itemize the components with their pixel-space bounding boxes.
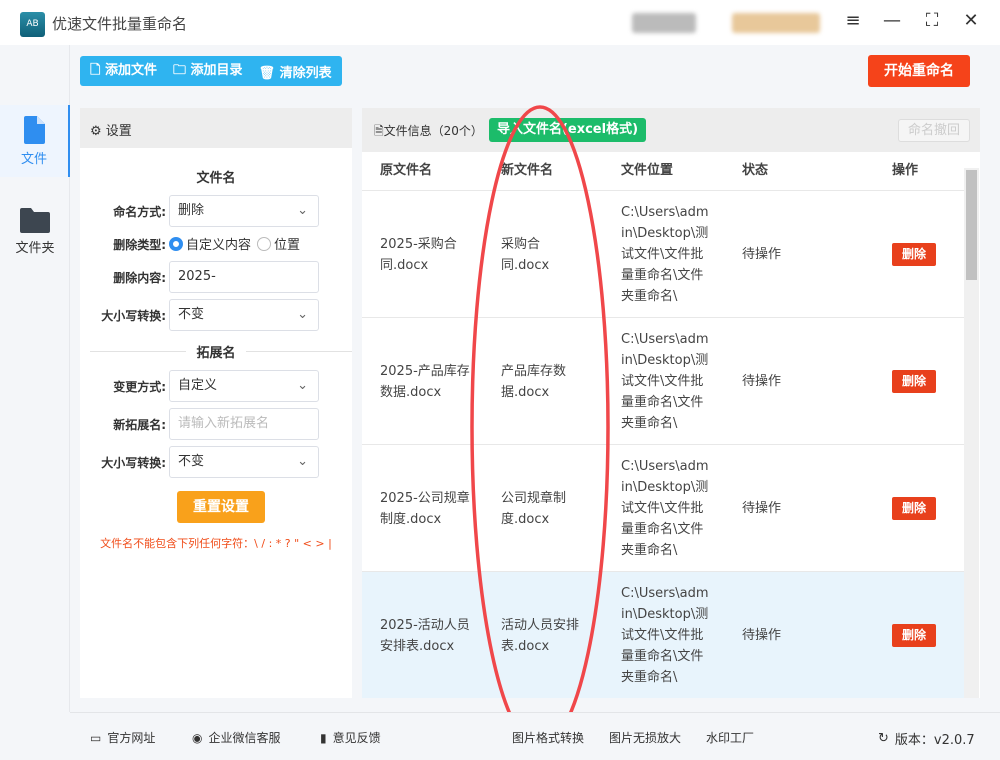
file-icon — [24, 116, 45, 144]
refresh-icon: ↻ — [878, 731, 889, 746]
toolbar: 🗋 添加文件 🗀 添加目录 🗑 清除列表 — [80, 56, 342, 86]
sidebar-item-label: 文件夹 — [15, 241, 55, 256]
label: 删除类型: — [113, 238, 166, 252]
column-header: 新文件名 — [501, 163, 554, 178]
vip-badge-blurred[interactable] — [732, 13, 820, 33]
status: 待操作 — [742, 374, 782, 389]
clear-list-button[interactable]: 🗑 清除列表 — [259, 62, 332, 81]
table-row[interactable]: 2025-活动人员安排表.docx 活动人员安排表.docx C:\Users\… — [362, 571, 964, 698]
image-upscale-link[interactable]: 图片无损放大 — [609, 729, 681, 746]
file-location: C:\Users\admin\Desktop\测试文件\文件批量重命名\文件夹重… — [621, 332, 709, 431]
folder-icon — [20, 208, 50, 233]
table-row[interactable]: 2025-产品库存数据.docx 产品库存数据.docx C:\Users\ad… — [362, 317, 964, 444]
case-select[interactable]: 不变 ⌄ — [169, 299, 319, 331]
column-header: 状态 — [742, 163, 769, 178]
invalid-chars-warning: 文件名不能包含下列任何字符：\ / : * ? " < > | — [100, 537, 332, 550]
label: 删除内容: — [113, 271, 166, 285]
status: 待操作 — [742, 628, 782, 643]
column-header: 操作 — [892, 163, 919, 178]
label: 新拓展名: — [113, 418, 166, 432]
file-icon: 🗎 — [374, 124, 384, 138]
gear-icon: ⚙ — [90, 124, 102, 139]
table-row[interactable]: 2025-公司规章制度.docx 公司规章制度.docx C:\Users\ad… — [362, 444, 964, 571]
status: 待操作 — [742, 501, 782, 516]
column-header: 原文件名 — [380, 163, 433, 178]
original-filename: 2025-公司规章制度.docx — [380, 490, 470, 527]
new-filename: 采购合同.docx — [501, 236, 550, 273]
delete-row-button[interactable]: 删除 — [892, 624, 936, 647]
status: 待操作 — [742, 247, 782, 262]
radio-position[interactable]: 位置 — [257, 234, 300, 253]
start-rename-button[interactable]: 开始重命名 — [868, 55, 970, 87]
original-filename: 2025-产品库存数据.docx — [380, 363, 470, 400]
undo-rename-button[interactable]: 命名撤回 — [898, 119, 970, 142]
feedback-icon: ▮ — [320, 730, 327, 745]
menu-icon[interactable]: ≡ — [841, 10, 865, 31]
delete-row-button[interactable]: 删除 — [892, 243, 936, 266]
add-file-button[interactable]: 🗋 添加文件 — [90, 59, 157, 83]
ext-section-title: 拓展名 — [186, 342, 246, 361]
reset-settings-button[interactable]: 重置设置 — [177, 491, 265, 523]
version-info[interactable]: ↻ 版本：v2.0.7 — [878, 729, 975, 748]
file-list-header: 🗎文件信息（20个） 导入文件名(excel格式) 命名撤回 — [362, 108, 980, 152]
watermark-link[interactable]: 水印工厂 — [706, 729, 754, 746]
close-icon[interactable]: ✕ — [959, 10, 983, 31]
settings-panel: ⚙ 设置 文件名 命名方式: 删除 ⌄ 删除类型: 自定义内容 位置 删除内容: … — [80, 108, 352, 698]
delete-row-button[interactable]: 删除 — [892, 370, 936, 393]
wechat-support-link[interactable]: ◉ 企业微信客服 — [192, 729, 281, 746]
sidebar-item-file[interactable]: 文件 — [0, 105, 70, 177]
file-list-panel: 🗎文件信息（20个） 导入文件名(excel格式) 命名撤回 原文件名 新文件名… — [362, 108, 980, 698]
wechat-icon: ◉ — [192, 730, 203, 745]
original-filename: 2025-活动人员安排表.docx — [380, 617, 470, 654]
label: 变更方式: — [113, 380, 166, 394]
new-filename: 产品库存数据.docx — [501, 363, 567, 400]
ext-case-select[interactable]: 不变 ⌄ — [169, 446, 319, 478]
user-info-blurred — [632, 13, 696, 33]
new-filename: 公司规章制度.docx — [501, 490, 567, 527]
sidebar: 文件 文件夹 — [0, 45, 70, 712]
title-bar: AB 优速文件批量重命名 ≡ — ⛶ ✕ — [0, 0, 1000, 45]
label: 命名方式: — [113, 205, 166, 219]
radio-custom-content[interactable]: 自定义内容 — [169, 234, 251, 253]
settings-header: ⚙ 设置 — [80, 108, 352, 148]
scrollbar-thumb[interactable] — [966, 170, 977, 280]
label: 大小写转换: — [101, 309, 166, 323]
feedback-link[interactable]: ▮ 意见反馈 — [320, 729, 381, 746]
add-directory-button[interactable]: 🗀 添加目录 — [173, 59, 243, 83]
image-convert-link[interactable]: 图片格式转换 — [512, 729, 584, 746]
import-excel-button[interactable]: 导入文件名(excel格式) — [489, 118, 646, 142]
new-ext-input[interactable]: 请输入新拓展名 — [169, 408, 319, 440]
filename-section-title: 文件名 — [196, 171, 236, 186]
label: 大小写转换: — [101, 456, 166, 470]
file-location: C:\Users\admin\Desktop\测试文件\文件批量重命名\文件夹重… — [621, 459, 709, 558]
file-location: C:\Users\admin\Desktop\测试文件\文件批量重命名\文件夹重… — [621, 205, 709, 304]
maximize-icon[interactable]: ⛶ — [920, 10, 944, 31]
minimize-icon[interactable]: — — [880, 10, 904, 31]
naming-mode-select[interactable]: 删除 ⌄ — [169, 195, 319, 227]
table-row[interactable]: 2025-采购合同.docx 采购合同.docx C:\Users\admin\… — [362, 190, 964, 317]
column-header: 文件位置 — [621, 163, 674, 178]
sidebar-item-label: 文件 — [20, 152, 47, 167]
app-logo: AB — [20, 12, 45, 37]
change-mode-select[interactable]: 自定义 ⌄ — [169, 370, 319, 402]
chevron-down-icon: ⌄ — [297, 203, 308, 218]
sidebar-item-folder[interactable]: 文件夹 — [0, 195, 70, 267]
app-title: 优速文件批量重命名 — [52, 15, 188, 33]
new-filename: 活动人员安排表.docx — [501, 617, 580, 654]
website-icon: ▭ — [90, 730, 102, 745]
file-location: C:\Users\admin\Desktop\测试文件\文件批量重命名\文件夹重… — [621, 586, 709, 685]
file-info-title: 🗎文件信息（20个） — [374, 124, 483, 138]
original-filename: 2025-采购合同.docx — [380, 236, 457, 273]
delete-row-button[interactable]: 删除 — [892, 497, 936, 520]
official-site-link[interactable]: ▭ 官方网址 — [90, 729, 155, 746]
delete-content-input[interactable]: 2025- — [169, 261, 319, 293]
footer: ▭ 官方网址 ◉ 企业微信客服 ▮ 意见反馈 图片格式转换 图片无损放大 水印工厂 ↻… — [70, 712, 1000, 760]
